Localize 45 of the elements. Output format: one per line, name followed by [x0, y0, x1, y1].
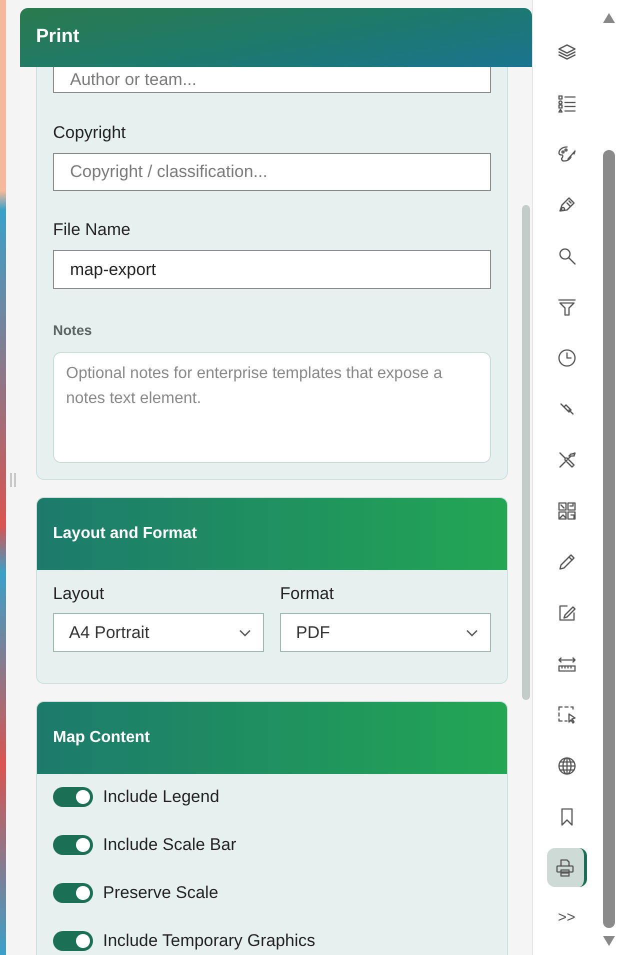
grid-icon [556, 500, 577, 520]
toggle-switch[interactable] [53, 883, 93, 903]
clock-icon [556, 348, 577, 368]
input-field[interactable]: map-export [53, 250, 491, 289]
field-label: Layout [53, 583, 106, 605]
toggle-switch[interactable] [53, 931, 93, 951]
input-field[interactable]: Copyright / classification... [53, 153, 491, 191]
pencil-icon [556, 552, 577, 572]
toggle-label: Include Temporary Graphics [103, 930, 316, 952]
tag-icon [556, 194, 577, 214]
panel-title: Print [36, 25, 80, 50]
scroll-up-icon[interactable] [603, 13, 616, 23]
printer-icon [555, 858, 576, 878]
section-title: Layout and Format [53, 524, 198, 544]
dropdown[interactable]: PDF [280, 613, 491, 652]
chevron-down-icon [239, 628, 251, 636]
dropdown[interactable]: A4 Portrait [53, 613, 264, 652]
chevron-down-icon [466, 628, 478, 636]
palette-icon [556, 144, 577, 164]
search-icon [556, 246, 577, 266]
select-area-icon [556, 704, 577, 724]
edit-note-icon [556, 602, 577, 622]
collapse-button[interactable]: >> [546, 904, 587, 934]
layers-icon [556, 42, 577, 62]
tools-icon [556, 450, 577, 470]
toggle-switch[interactable] [53, 787, 93, 807]
scrollbar-thumb[interactable] [522, 205, 530, 700]
field-label: Copyright [53, 122, 127, 144]
field-label: Notes [53, 321, 93, 340]
toggle-label: Include Legend [103, 786, 220, 808]
toggle-switch[interactable] [53, 835, 93, 855]
toolbar-button[interactable] [546, 848, 587, 887]
toggle-label: Preserve Scale [103, 882, 218, 904]
section-title: Map Content [53, 728, 150, 748]
scrollbar-thumb[interactable] [603, 150, 616, 928]
field-label: Format [280, 583, 335, 605]
field-label: File Name [53, 219, 132, 241]
resize-handle-icon[interactable] [10, 473, 16, 487]
notes-field[interactable]: Optional notes for enterprise templates that expose a notes text element. [53, 352, 491, 463]
input-field[interactable]: Author or team... [53, 67, 491, 93]
toggle-label: Include Scale Bar [103, 834, 236, 856]
filter-icon [556, 296, 577, 316]
scroll-down-icon[interactable] [603, 936, 616, 946]
legend-list-icon [556, 92, 577, 112]
globe-icon [556, 756, 577, 776]
